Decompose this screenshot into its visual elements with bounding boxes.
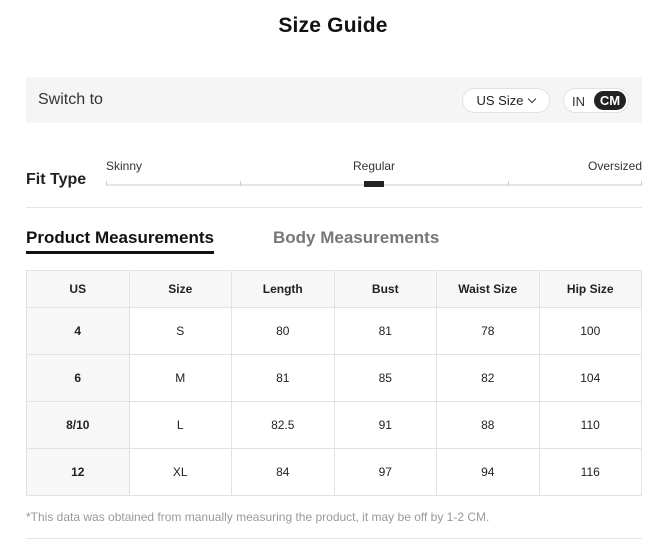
fit-scale-tick <box>240 181 241 186</box>
table-cell: 78 <box>436 307 540 355</box>
table-cell: 81 <box>333 307 437 355</box>
table-row: 8/10 L 82.5 91 88 110 <box>26 401 642 449</box>
table-cell: 85 <box>333 354 437 402</box>
footer-divider <box>26 538 642 539</box>
table-header-row: US Size Length Bust Waist Size Hip Size <box>26 270 642 308</box>
measurements-table: US Size Length Bust Waist Size Hip Size … <box>26 270 642 496</box>
table-cell: 80 <box>231 307 335 355</box>
table-cell: S <box>128 307 232 355</box>
table-cell: 82.5 <box>231 401 335 449</box>
table-cell: 91 <box>333 401 437 449</box>
page-title: Size Guide <box>278 14 388 37</box>
column-header-us: US <box>26 270 130 308</box>
table-cell: XL <box>128 448 232 496</box>
section-divider <box>26 207 642 208</box>
table-cell: 81 <box>231 354 335 402</box>
unit-switch-bar: Switch to US Size IN CM <box>26 77 642 123</box>
unit-option-in[interactable]: IN <box>572 94 585 109</box>
fit-scale-tick <box>106 181 107 186</box>
size-system-select[interactable]: US Size <box>462 88 550 113</box>
fit-type-label: Fit Type <box>26 171 87 188</box>
unit-toggle[interactable]: IN CM <box>563 88 629 113</box>
column-header-bust: Bust <box>333 270 437 308</box>
table-cell: 6 <box>26 354 130 402</box>
chevron-down-icon <box>528 94 537 104</box>
table-cell: 84 <box>231 448 335 496</box>
table-cell: 8/10 <box>26 401 130 449</box>
table-row: 4 S 80 81 78 100 <box>26 307 642 355</box>
table-cell: 94 <box>436 448 540 496</box>
fit-scale-regular: Regular <box>353 159 396 173</box>
unit-option-cm[interactable]: CM <box>594 91 626 110</box>
table-row: 12 XL 84 97 94 116 <box>26 448 642 496</box>
column-header-size: Size <box>128 270 232 308</box>
size-system-value: US Size <box>476 93 524 108</box>
table-cell: 88 <box>436 401 540 449</box>
table-cell: L <box>128 401 232 449</box>
table-cell: 100 <box>538 307 642 355</box>
fit-scale-skinny: Skinny <box>106 159 143 173</box>
column-header-hip-size: Hip Size <box>538 270 642 308</box>
column-header-waist-size: Waist Size <box>436 270 540 308</box>
table-cell: 104 <box>538 354 642 402</box>
measurement-disclaimer: *This data was obtained from manually me… <box>26 510 490 524</box>
table-cell: 97 <box>333 448 437 496</box>
table-cell: 110 <box>538 401 642 449</box>
switch-to-label: Switch to <box>38 91 103 108</box>
table-row: 6 M 81 85 82 104 <box>26 354 642 402</box>
fit-scale-tick <box>508 181 509 186</box>
table-cell: 4 <box>26 307 130 355</box>
fit-scale-marker <box>364 181 384 187</box>
table-cell: 116 <box>538 448 642 496</box>
table-cell: 12 <box>26 448 130 496</box>
column-header-length: Length <box>231 270 335 308</box>
table-cell: 82 <box>436 354 540 402</box>
tab-product-measurements[interactable]: Product Measurements <box>26 228 214 254</box>
tab-body-measurements[interactable]: Body Measurements <box>273 228 439 248</box>
fit-scale-tick <box>641 181 642 186</box>
fit-scale-oversized: Oversized <box>588 159 643 173</box>
table-cell: M <box>128 354 232 402</box>
